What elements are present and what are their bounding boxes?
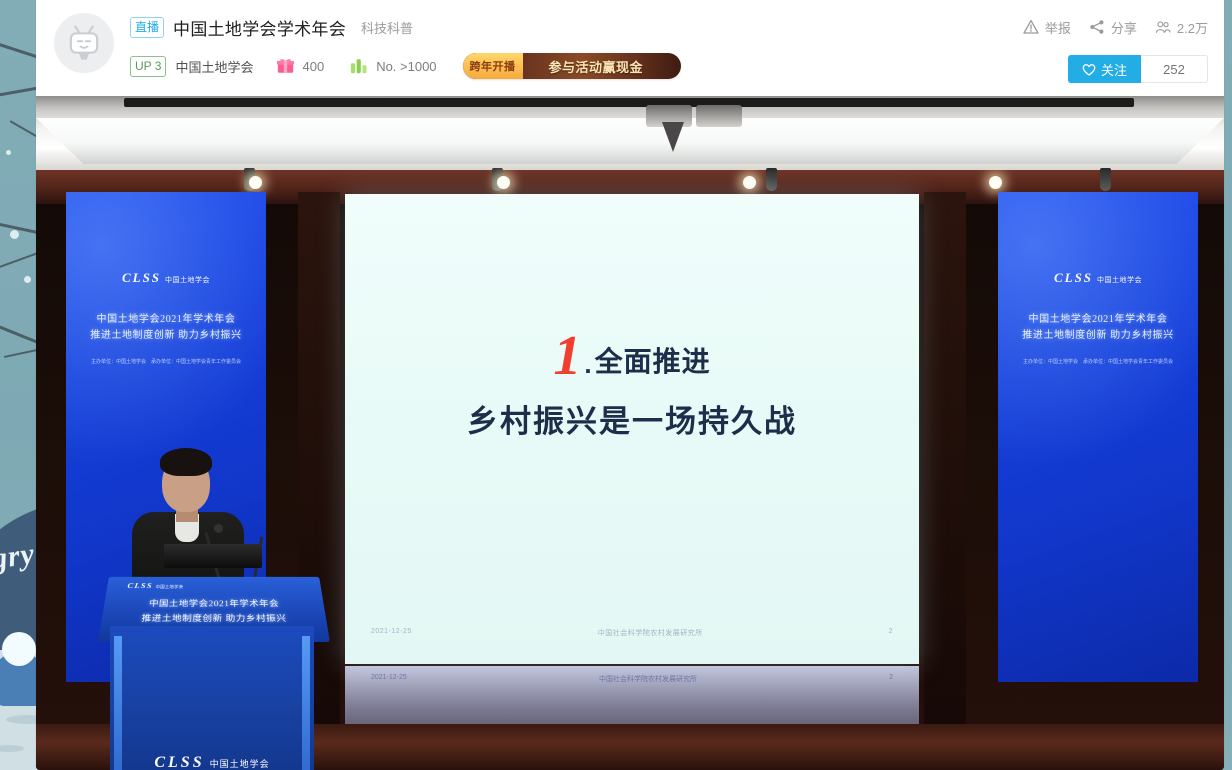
bilibili-tv-avatar-icon: [69, 25, 99, 60]
snowflake: [10, 230, 19, 239]
reflection-center: 中国社会科学院农村发展研究所: [598, 676, 697, 683]
background-word: gry: [0, 537, 38, 576]
room-area-link[interactable]: 科技科普: [361, 18, 413, 37]
podium-logo: CLSS 中国土地学会: [154, 754, 270, 770]
rank-text: No. >1000: [376, 58, 437, 74]
share-button[interactable]: 分享: [1089, 18, 1137, 37]
follow-label: 关注: [1100, 62, 1127, 78]
slide-number: 1: [553, 325, 583, 387]
reflection-date: 2021-12-25: [371, 674, 407, 681]
rank-bar-icon: [351, 59, 367, 74]
gift-count: 400: [302, 58, 325, 74]
slide-heading-line2: 乡村振兴是一场持久战: [467, 403, 797, 439]
live-status-badge: 直播: [130, 16, 165, 38]
live-room-header: 直播 中国土地学会学术年会 科技科普 UP 3 中国土地学会 400 No. >…: [36, 0, 1224, 96]
podium-title-line1: 中国土地学会2021年学术年会: [148, 599, 280, 609]
snowflake: [24, 276, 31, 283]
event-title-line1: 中国土地学会2021年学术年会: [96, 314, 236, 325]
viewers-stat: 2.2万: [1155, 18, 1208, 37]
report-button[interactable]: 举报: [1023, 18, 1071, 37]
follow-control: 关注 252: [1023, 55, 1208, 83]
reflection-page: 2: [889, 674, 893, 681]
viewers-count: 2.2万: [1176, 20, 1208, 36]
avatar[interactable]: [54, 13, 114, 73]
podium-logo-small: CLSS 中国土地学会: [127, 582, 184, 590]
report-warning-icon: [1023, 19, 1039, 34]
stage-spotlight: [989, 176, 1002, 189]
follow-button[interactable]: 关注: [1067, 55, 1141, 83]
event-organizers: 主办单位：中国土地学会 承办单位：中国土地学会青年工作委员会: [90, 359, 241, 365]
slide-content: 1 . 全面推进 乡村振兴是一场持久战: [345, 325, 919, 441]
clss-logo: CLSS 中国土地学会: [1053, 270, 1143, 285]
stage-spotlight: [497, 176, 510, 189]
clss-logo: CLSS 中国土地学会: [121, 270, 211, 285]
slide-heading-line1: 1 . 全面推进: [345, 325, 919, 387]
gift-stat[interactable]: 400: [277, 58, 324, 74]
projector-cone: [662, 122, 684, 152]
header-actions: 举报 分享 2.2万: [1023, 14, 1208, 40]
live-video-player[interactable]: CLSS 中国土地学会 中国土地学会2021年学术年会 推进土地制度创新 助力乡村…: [36, 96, 1224, 770]
podium-front-panel: CLSS 中国土地学会: [110, 626, 314, 770]
ceiling-projector: [696, 105, 742, 127]
slide-number-dot: .: [584, 348, 593, 379]
podium-laptop: [164, 544, 262, 568]
presentation-slide: 1 . 全面推进 乡村振兴是一场持久战 2021-12-25 中国社会科学院农村…: [345, 194, 919, 664]
viewers-icon: [1155, 21, 1171, 33]
slide-footer: 2021-12-25 中国社会科学院农村发展研究所 2: [345, 628, 919, 638]
ceiling-light-panel: [36, 118, 1224, 164]
slide-footer-center: 中国社会科学院农村发展研究所: [597, 630, 703, 637]
promo-text: 参与活动赢现金: [548, 59, 644, 75]
promo-banner[interactable]: 跨年开播 参与活动赢现金: [462, 53, 681, 79]
podium-title-line2: 推进土地制度创新 助力乡村振兴: [140, 614, 288, 624]
slide-page-number: 2: [888, 628, 893, 635]
slide-heading-text1: 全面推进: [594, 345, 711, 377]
stage-spotlight: [743, 176, 756, 189]
stage-lamp: [1100, 168, 1111, 191]
stage-led-screen-right: CLSS 中国土地学会 中国土地学会2021年学术年会 推进土地制度创新 助力乡村…: [998, 192, 1198, 682]
follow-count: 252: [1141, 55, 1208, 83]
report-label: 举报: [1044, 20, 1071, 36]
rank-stat[interactable]: No. >1000: [350, 58, 437, 74]
share-icon: [1090, 20, 1104, 34]
live-room-card: 直播 中国土地学会学术年会 科技科普 UP 3 中国土地学会 400 No. >…: [36, 0, 1224, 770]
up-name-link[interactable]: 中国土地学会: [175, 57, 253, 76]
stage-lamp: [766, 168, 777, 191]
stage-dark-column: [924, 192, 966, 770]
header-actions-area: 举报 分享 2.2万 关注 252: [1023, 14, 1208, 83]
up-level-badge: UP 3: [130, 55, 167, 77]
page-title: 中国土地学会学术年会: [173, 19, 347, 39]
slide-date: 2021-12-25: [371, 628, 412, 635]
gift-icon: [277, 59, 295, 73]
reflection-footer: 2021-12-25 中国社会科学院农村发展研究所 2: [345, 674, 919, 684]
snowflake: [6, 150, 11, 155]
heart-icon: [1082, 63, 1096, 76]
ceiling-beam: [124, 98, 1134, 107]
event-title-line2: 推进土地制度创新 助力乡村振兴: [90, 330, 242, 341]
event-organizers: 主办单位：中国土地学会 承办单位：中国土地学会青年工作委员会: [1022, 359, 1173, 365]
event-title-line2: 推进土地制度创新 助力乡村振兴: [1022, 330, 1174, 341]
microphone-head: [214, 524, 223, 533]
stage-spotlight: [249, 176, 262, 189]
speaker-hair: [160, 448, 212, 476]
share-label: 分享: [1110, 20, 1137, 36]
character-head: [2, 632, 36, 666]
event-title-line1: 中国土地学会2021年学术年会: [1028, 314, 1168, 325]
promo-tag: 跨年开播: [462, 53, 523, 79]
